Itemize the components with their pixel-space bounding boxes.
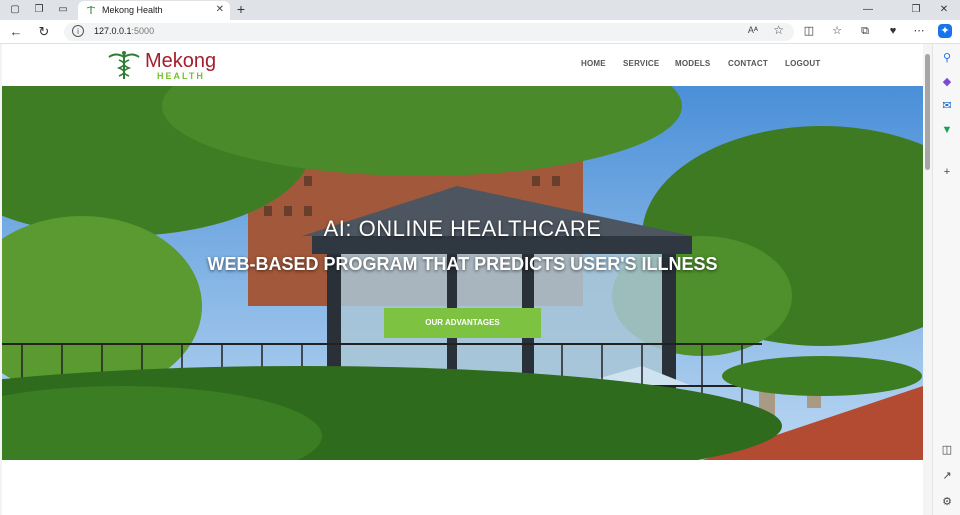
site-header: Mekong HEALTH HOME SERVICE MODELS CONTAC…	[2, 44, 923, 86]
external-link-icon[interactable]: ↗	[939, 468, 955, 484]
new-tab-button[interactable]: +	[234, 1, 248, 17]
tab-close-icon[interactable]: ✕	[216, 4, 224, 15]
tab-title: Mekong Health	[102, 5, 163, 15]
caduceus-logo-icon	[108, 51, 140, 79]
drop-icon[interactable]: ▼	[939, 122, 955, 138]
nav-service[interactable]: SERVICE	[623, 59, 659, 68]
logo-sub-text: HEALTH	[157, 71, 205, 81]
favorite-star-icon[interactable]: ☆	[773, 23, 784, 37]
outlook-icon[interactable]: ✉	[939, 98, 955, 114]
nav-home[interactable]: HOME	[581, 59, 606, 68]
window-close-icon[interactable]: ✕	[938, 4, 950, 15]
settings-gear-icon[interactable]: ⚙	[939, 494, 955, 510]
nav-contact[interactable]: CONTACT	[728, 59, 768, 68]
split-screen-icon[interactable]: ◫	[802, 24, 816, 38]
hero-banner: AI: ONLINE HEALTHCARE WEB-BASED PROGRAM …	[2, 86, 923, 460]
site-logo[interactable]: Mekong HEALTH	[107, 48, 227, 82]
favorites-icon[interactable]: ☆	[830, 24, 844, 38]
address-bar[interactable]: i 127.0.0.1:5000 Aᴬ ☆	[64, 23, 794, 41]
browser-essentials-icon[interactable]: ♥	[886, 24, 900, 38]
browser-tab[interactable]: Mekong Health ✕	[78, 1, 230, 20]
nav-models[interactable]: MODELS	[675, 59, 710, 68]
nav-logout[interactable]: LOGOUT	[785, 59, 820, 68]
minimize-icon[interactable]: —	[862, 4, 874, 15]
scrollbar-thumb[interactable]	[925, 54, 930, 170]
refresh-icon[interactable]: ↻	[36, 24, 52, 40]
tab-actions-icon[interactable]: ▭	[56, 3, 70, 17]
workspaces-icon[interactable]: ❐	[32, 3, 46, 17]
add-sidebar-app-icon[interactable]: +	[939, 164, 955, 180]
more-menu-icon[interactable]: ⋯	[912, 24, 926, 38]
logo-brand-text: Mekong	[145, 50, 217, 72]
back-icon[interactable]: ←	[8, 24, 24, 40]
hide-sidebar-icon[interactable]: ◫	[939, 442, 955, 458]
hero-subtitle: WEB-BASED PROGRAM THAT PREDICTS USER'S I…	[207, 254, 718, 274]
hero-title: AI: ONLINE HEALTHCARE	[323, 216, 602, 241]
site-info-icon[interactable]: i	[72, 25, 84, 37]
copilot-apps-icon[interactable]: ◆	[939, 74, 955, 90]
edge-sidebar: ⚲ ◆ ✉ ▼ + ◫ ↗ ⚙	[932, 44, 960, 515]
profile-icon[interactable]: ▢	[8, 3, 22, 17]
copilot-icon[interactable]: ✦	[938, 24, 952, 38]
url-text: 127.0.0.1:5000	[94, 26, 155, 36]
maximize-icon[interactable]: ❐	[910, 4, 922, 15]
search-icon[interactable]: ⚲	[939, 50, 955, 66]
page-viewport: Mekong HEALTH HOME SERVICE MODELS CONTAC…	[2, 44, 923, 515]
read-aloud-icon[interactable]: Aᴬ	[748, 25, 758, 35]
tab-strip: ▢ ❐ ▭ Mekong Health ✕ + — ❐ ✕	[0, 0, 960, 20]
caduceus-favicon-icon	[86, 6, 96, 14]
collections-icon[interactable]: ⧉	[858, 24, 872, 38]
our-advantages-button[interactable]: OUR ADVANTAGES	[384, 308, 541, 338]
page-scrollbar[interactable]	[923, 44, 932, 515]
browser-toolbar: ← ↻ i 127.0.0.1:5000 Aᴬ ☆ ◫ ☆ ⧉ ♥ ⋯ ✦	[0, 20, 960, 44]
